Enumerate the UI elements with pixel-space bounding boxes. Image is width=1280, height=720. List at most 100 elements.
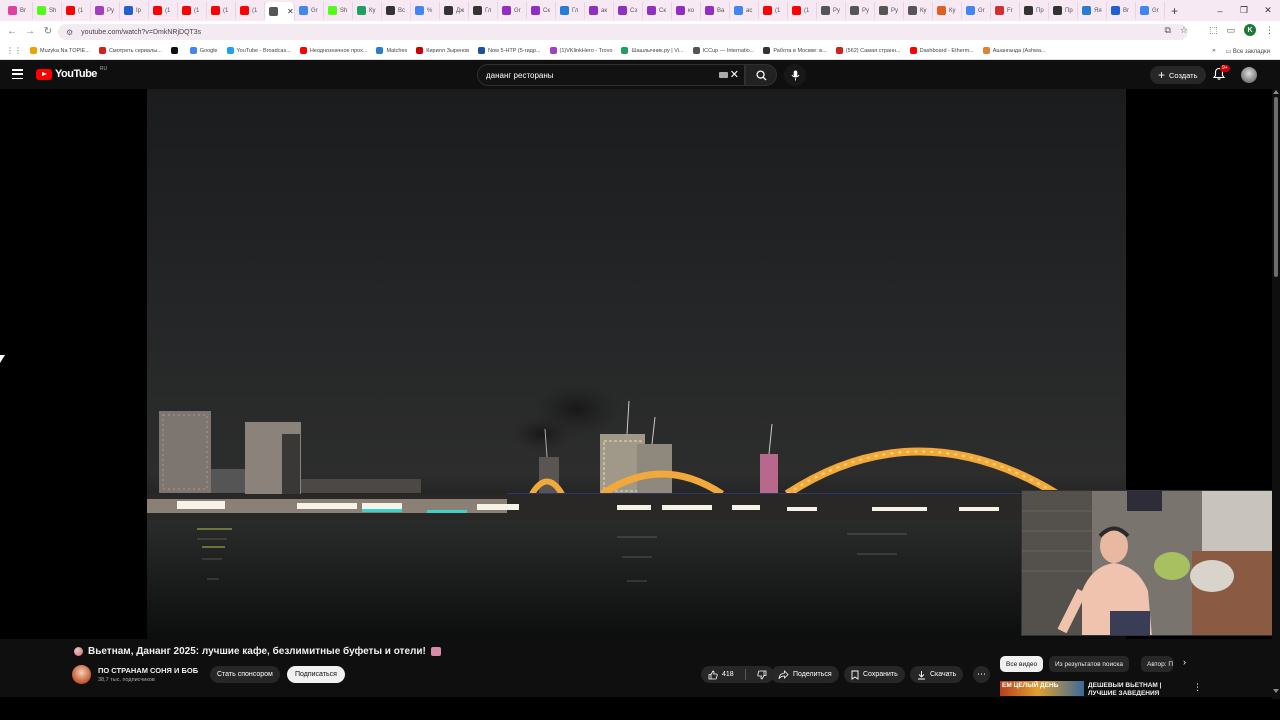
browser-tab[interactable]: Ск	[643, 2, 672, 19]
browser-tab[interactable]: Яя	[1078, 2, 1107, 19]
account-avatar[interactable]	[1241, 67, 1257, 83]
maximize-button[interactable]: ❐	[1232, 5, 1256, 16]
scroll-down-arrow-icon[interactable]	[1273, 689, 1279, 693]
more-actions-icon[interactable]: ⋯	[973, 666, 990, 683]
browser-tab[interactable]: Сз	[614, 2, 643, 19]
browser-tab[interactable]: Ip	[120, 2, 149, 19]
bookmark-item[interactable]: YouTube - Broadcas...	[226, 47, 291, 54]
address-bar[interactable]: ⚙ youtube.com/watch?v=DmkNRjDQT3s	[58, 24, 1188, 40]
chip-all-videos[interactable]: Все видео	[1000, 656, 1044, 672]
browser-tab[interactable]: Гл	[469, 2, 498, 19]
install-app-icon[interactable]: ⧉	[1164, 25, 1170, 36]
bookmark-item[interactable]: Now 5-HTP (5-гидр...	[478, 47, 541, 54]
browser-tab-active[interactable]: ✕	[265, 2, 295, 21]
voice-search-button[interactable]	[784, 64, 806, 86]
browser-tab[interactable]: (1	[178, 2, 207, 19]
bookmark-item[interactable]: Неоднозначное прох...	[299, 47, 367, 54]
save-button[interactable]: Сохранить	[844, 666, 905, 683]
download-button[interactable]: Скачать	[910, 666, 964, 683]
bookmark-item[interactable]: (1)VKlinkHero - Trovo	[549, 47, 612, 54]
bookmark-item[interactable]: Google	[189, 47, 218, 54]
extensions-puzzle-icon[interactable]: ⬚	[1209, 25, 1218, 36]
browser-tab[interactable]: Br	[1107, 2, 1136, 19]
channel-name[interactable]: ПО СТРАНАМ СОНЯ И БОБ	[98, 666, 198, 675]
bookmark-item[interactable]: Ашанганда (Ashwa...	[982, 47, 1046, 54]
browser-tab[interactable]: Fr	[991, 2, 1020, 19]
channel-avatar[interactable]	[72, 665, 91, 684]
bookmark-item[interactable]: (562) Самая странн...	[835, 47, 901, 54]
browser-tab[interactable]: Sh	[324, 2, 353, 19]
bookmarks-overflow-button[interactable]: »	[1212, 48, 1215, 54]
browser-tab[interactable]: Вс	[382, 2, 411, 19]
browser-tab[interactable]: Ру	[817, 2, 846, 19]
bookmark-item[interactable]: Работа в Москве: в...	[763, 47, 827, 54]
browser-tab[interactable]: %	[411, 2, 440, 19]
browser-tab[interactable]: (1	[149, 2, 178, 19]
browser-tab[interactable]: (1	[759, 2, 788, 19]
chip-from-search[interactable]: Из результатов поиска	[1049, 656, 1130, 672]
reload-icon[interactable]: ↻	[39, 26, 57, 37]
browser-tab[interactable]: Gr	[962, 2, 991, 19]
browser-tab[interactable]: Ва	[701, 2, 730, 19]
all-bookmarks-button[interactable]: ▭ Все закладки	[1226, 48, 1270, 55]
forward-arrow-icon[interactable]: →	[21, 26, 39, 37]
search-input[interactable]: дананг рестораны ✕	[477, 64, 745, 86]
browser-tab[interactable]: Ск	[527, 2, 556, 19]
browser-tab[interactable]: Дж	[440, 2, 469, 19]
bookmark-item[interactable]: Dashboard - Etherm...	[909, 47, 974, 54]
browser-menu-icon[interactable]: ⋮	[1265, 25, 1274, 36]
close-window-button[interactable]: ✕	[1256, 5, 1280, 16]
browser-tab[interactable]: ко	[672, 2, 701, 19]
browser-tab[interactable]: Br	[4, 2, 33, 19]
recommendation-title[interactable]: ДЕШЕВЫЙ ВЬЕТНАМ | ЛУЧШИЕ ЗАВЕДЕНИЯ	[1088, 682, 1178, 696]
subscribe-button[interactable]: Подписаться	[287, 666, 345, 683]
new-tab-button[interactable]: +	[1171, 4, 1178, 18]
apps-grid-icon[interactable]: ⋮⋮	[6, 46, 22, 55]
bookmark-item[interactable]	[170, 47, 181, 54]
bookmark-item[interactable]: Muzyka Na TOPIE...	[30, 47, 90, 54]
browser-tab[interactable]: Пр	[1049, 2, 1078, 19]
browser-tab[interactable]: Gr	[1136, 2, 1165, 19]
back-arrow-icon[interactable]: ←	[3, 26, 21, 37]
browser-tab[interactable]: Пр	[1020, 2, 1049, 19]
scroll-up-arrow-icon[interactable]	[1273, 90, 1279, 94]
browser-tab[interactable]: Gr	[295, 2, 324, 19]
browser-tab[interactable]: ак	[585, 2, 614, 19]
search-button[interactable]	[745, 64, 777, 86]
recommendation-menu-icon[interactable]: ⋮	[1193, 682, 1202, 693]
bookmark-star-icon[interactable]: ☆	[1180, 25, 1188, 36]
youtube-logo[interactable]: YouTube RU	[36, 66, 107, 80]
clear-search-icon[interactable]: ✕	[730, 68, 739, 81]
browser-tab[interactable]: Ку	[353, 2, 382, 19]
page-scrollbar[interactable]	[1272, 89, 1280, 699]
browser-tab[interactable]: Gr	[498, 2, 527, 19]
browser-tab[interactable]: (1	[62, 2, 91, 19]
browser-tab[interactable]: Ру	[846, 2, 875, 19]
site-info-icon[interactable]: ⚙	[66, 28, 73, 37]
close-tab-icon[interactable]: ✕	[287, 7, 294, 16]
browser-tab[interactable]: (1	[207, 2, 236, 19]
minimize-button[interactable]: –	[1208, 6, 1232, 16]
bookmark-item[interactable]: Смотреть сериалы...	[98, 47, 162, 54]
recommendation-thumbnail[interactable]: ЕМ ЦЕЛЫЙ ДЕНЬ	[1000, 681, 1084, 696]
share-button[interactable]: Поделиться	[771, 666, 839, 683]
bookmark-item[interactable]: Matches	[376, 47, 407, 54]
profile-avatar-icon[interactable]: K	[1244, 24, 1256, 36]
create-button[interactable]: + Создать	[1150, 66, 1206, 84]
browser-tab[interactable]: (1	[788, 2, 817, 19]
browser-tab[interactable]: Ку	[933, 2, 962, 19]
sponsor-button[interactable]: Стать спонсором	[210, 666, 280, 683]
bookmark-item[interactable]: Кирилл Зыренов	[416, 47, 469, 54]
sidebar-icon[interactable]: ▭	[1226, 25, 1235, 36]
browser-tab[interactable]: Ку	[904, 2, 933, 19]
browser-tab[interactable]: Ру	[875, 2, 904, 19]
browser-tab[interactable]: ас	[730, 2, 759, 19]
keyboard-icon[interactable]	[719, 72, 728, 78]
guide-menu-icon[interactable]	[12, 69, 23, 79]
browser-tab[interactable]: Sh	[33, 2, 62, 19]
bookmark-item[interactable]: ICCup — Internatio...	[692, 47, 754, 54]
browser-tab[interactable]: Py	[91, 2, 120, 19]
scrollbar-thumb[interactable]	[1274, 97, 1278, 277]
chip-author[interactable]: Автор: ПО СТРАНАМ СОНЯ И БОБ	[1141, 656, 1173, 672]
bookmark-item[interactable]: Шашлычник.ру | Vi...	[621, 47, 684, 54]
